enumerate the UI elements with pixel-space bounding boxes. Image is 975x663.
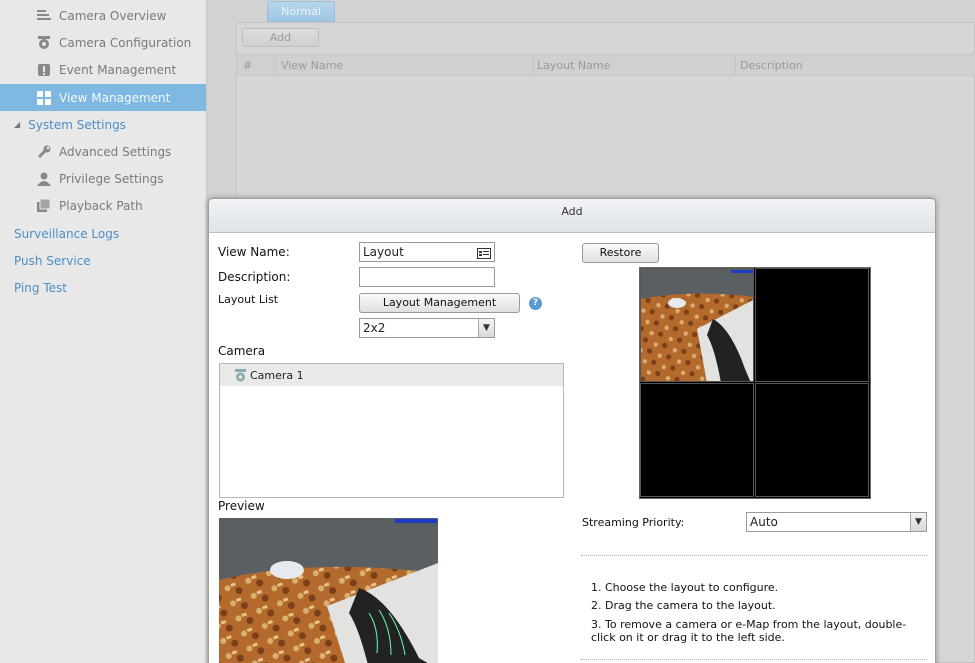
sidebar-group-system-settings[interactable]: ◢ System Settings xyxy=(14,111,126,138)
camera-preview-image xyxy=(219,518,438,663)
camera-icon xyxy=(234,368,247,382)
view-name-label: View Name: xyxy=(218,245,290,259)
view-name-value: Layout xyxy=(363,245,404,259)
table-header: # View Name Layout Name Description xyxy=(237,54,975,76)
tab-normal[interactable]: Normal xyxy=(267,1,335,22)
streaming-priority-value: Auto xyxy=(750,515,778,529)
camera-name: Camera 1 xyxy=(250,368,304,382)
layout-cell-3[interactable] xyxy=(640,383,754,497)
sidebar-item-label: Advanced Settings xyxy=(59,144,172,159)
layout-grid-2x2[interactable] xyxy=(639,267,871,499)
sidebar-item-label: View Management xyxy=(59,90,171,105)
restore-button[interactable]: Restore xyxy=(582,243,659,263)
description-label: Description: xyxy=(218,270,291,284)
instruction-3: 3. To remove a camera or e-Map from the … xyxy=(591,618,907,644)
alert-icon xyxy=(36,62,52,78)
chevron-down-icon: ▼ xyxy=(910,513,926,531)
layout-select[interactable]: 2x2 ▼ xyxy=(359,318,495,338)
divider xyxy=(581,659,927,660)
sidebar-item-label: Playback Path xyxy=(59,198,143,213)
divider xyxy=(581,555,927,556)
camera-list[interactable]: Camera 1 xyxy=(219,363,564,498)
column-header-description[interactable]: Description xyxy=(740,59,803,72)
sidebar-link-surveillance-logs[interactable]: Surveillance Logs xyxy=(14,220,119,247)
sidebar-item-label: Event Management xyxy=(59,62,177,77)
instruction-1: 1. Choose the layout to configure. xyxy=(591,581,779,594)
dialog-title: Add xyxy=(209,199,935,233)
layout-list-label: Layout List xyxy=(218,293,279,306)
layout-cell-1[interactable] xyxy=(640,268,754,382)
camera-label: Camera xyxy=(218,344,266,358)
layout-select-value: 2x2 xyxy=(363,321,386,335)
streaming-priority-label: Streaming Priority: xyxy=(582,516,685,529)
add-view-dialog: Add View Name: Layout Description: Layou… xyxy=(208,198,936,663)
column-header-layout-name[interactable]: Layout Name xyxy=(537,59,610,72)
sidebar-item-event-management[interactable]: Event Management xyxy=(36,56,206,83)
sidebar-item-label: Privilege Settings xyxy=(59,171,164,186)
sidebar-item-camera-configuration[interactable]: Camera Configuration xyxy=(36,29,206,56)
camera-feed-thumbnail xyxy=(641,269,753,381)
layout-cell-4[interactable] xyxy=(755,383,869,497)
layout-management-button[interactable]: Layout Management xyxy=(359,293,520,313)
preview-label: Preview xyxy=(218,499,265,513)
sidebar-group-label: System Settings xyxy=(28,117,126,132)
sidebar-link-ping-test[interactable]: Ping Test xyxy=(14,274,67,301)
sidebar-item-camera-overview[interactable]: Camera Overview xyxy=(36,2,206,29)
sidebar: Camera Overview Camera Configuration Eve… xyxy=(0,0,207,663)
sidebar-item-label: Camera Configuration xyxy=(59,35,192,50)
sidebar-item-view-management[interactable]: View Management xyxy=(0,84,206,111)
wrench-icon xyxy=(36,144,52,160)
column-header-view-name[interactable]: View Name xyxy=(281,59,343,72)
sidebar-item-advanced-settings[interactable]: Advanced Settings xyxy=(36,138,206,165)
streaming-priority-select[interactable]: Auto ▼ xyxy=(746,512,927,532)
sidebar-item-label: Camera Overview xyxy=(59,8,167,23)
view-name-field[interactable]: Layout xyxy=(359,242,495,262)
camera-list-item[interactable]: Camera 1 xyxy=(220,364,563,386)
add-button[interactable]: Add xyxy=(242,28,319,47)
help-icon[interactable]: ? xyxy=(529,297,542,310)
list-icon xyxy=(36,8,52,24)
description-field[interactable] xyxy=(359,267,495,287)
sidebar-item-playback-path[interactable]: Playback Path xyxy=(36,192,206,219)
layout-cell-2[interactable] xyxy=(755,268,869,382)
chevron-down-icon: ▼ xyxy=(478,319,494,337)
camera-icon xyxy=(36,35,52,51)
folder-icon xyxy=(36,198,52,214)
column-header-number[interactable]: # xyxy=(243,59,252,72)
instruction-2: 2. Drag the camera to the layout. xyxy=(591,599,776,612)
keyboard-icon xyxy=(477,246,491,264)
grid-icon xyxy=(36,90,52,106)
user-icon xyxy=(36,171,52,187)
sidebar-link-push-service[interactable]: Push Service xyxy=(14,247,91,274)
collapse-triangle-icon: ◢ xyxy=(14,120,21,129)
sidebar-item-privilege-settings[interactable]: Privilege Settings xyxy=(36,165,206,192)
